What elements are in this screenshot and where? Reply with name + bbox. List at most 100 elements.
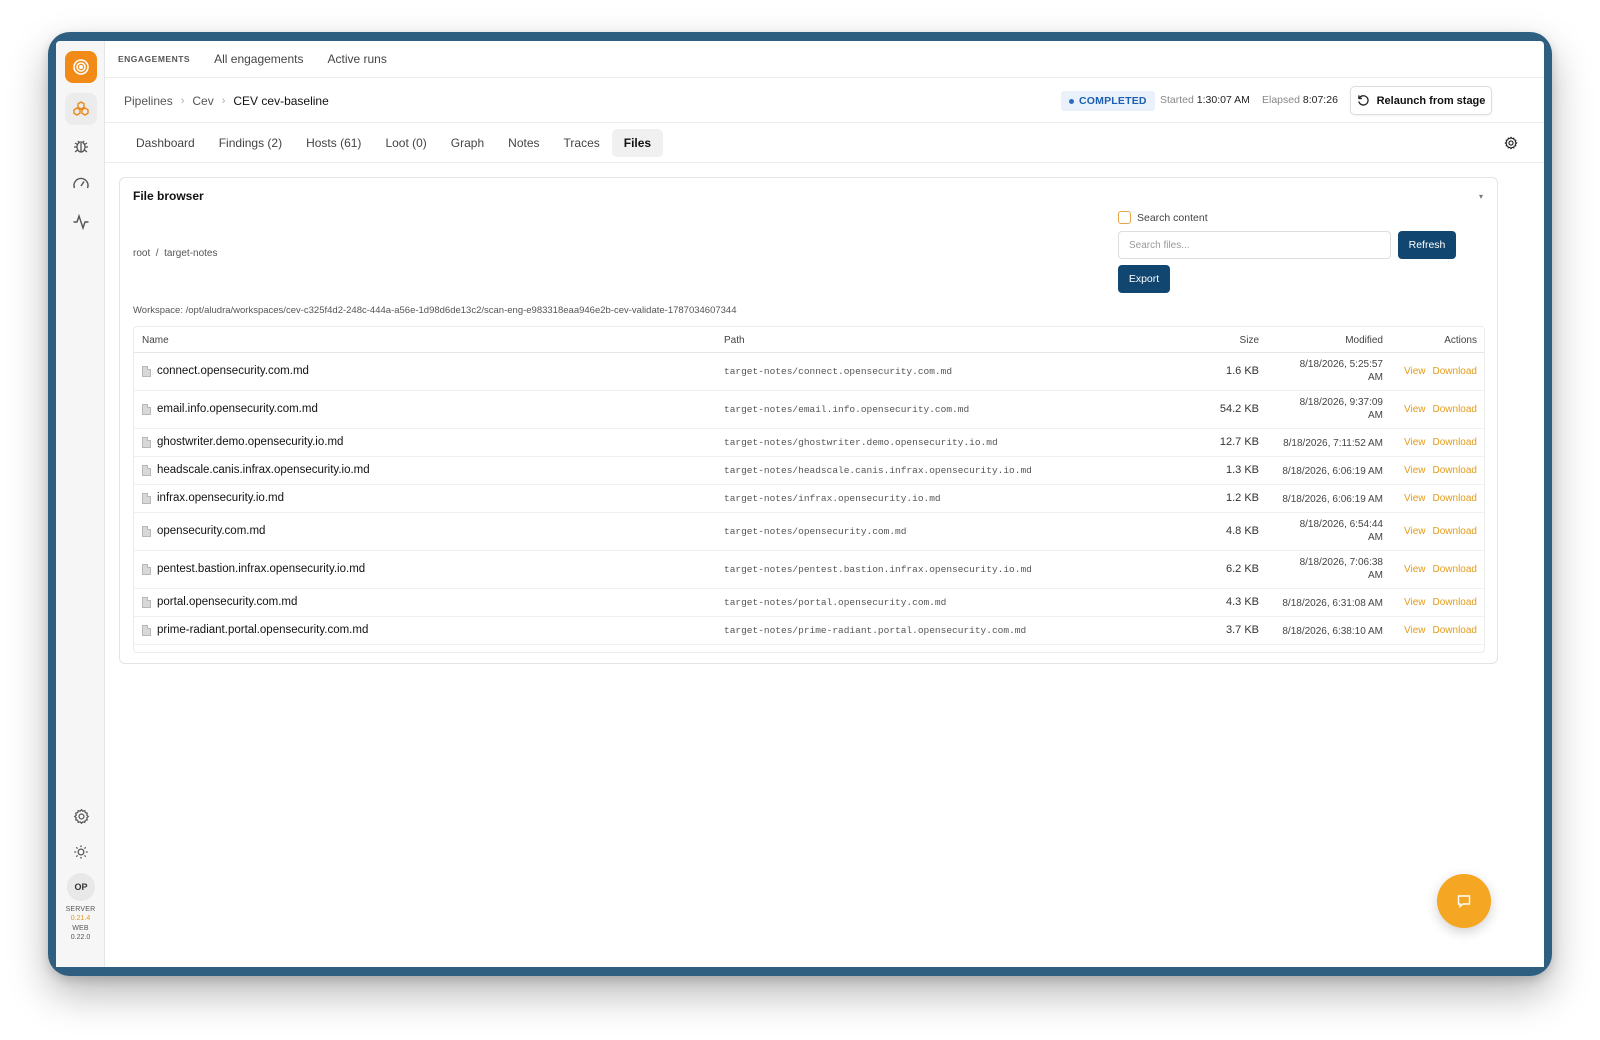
logo-target-icon[interactable]: [65, 51, 97, 83]
view-link[interactable]: View: [1404, 564, 1426, 575]
server-version-value: 0.21.4: [70, 915, 91, 922]
panel-title: File browser: [133, 189, 204, 203]
table-row[interactable]: opensecurity.com.md target-notes/opensecu…: [134, 513, 1484, 551]
tab-traces[interactable]: Traces: [552, 129, 612, 157]
relaunch-button[interactable]: Relaunch from stage: [1350, 86, 1492, 115]
table-row[interactable]: infrax.opensecurity.io.md target-notes/in…: [134, 485, 1484, 513]
tab-list: Dashboard Findings (2) Hosts (61) Loot (…: [124, 129, 664, 157]
view-link[interactable]: View: [1404, 597, 1426, 608]
download-link[interactable]: Download: [1433, 437, 1477, 448]
col-size[interactable]: Size: [1240, 335, 1259, 346]
file-name[interactable]: portal.opensecurity.com.md: [157, 596, 297, 608]
file-modified-line1: 8/18/2026, 6:31:08 AM: [1282, 598, 1383, 609]
nav-all-engagements[interactable]: All engagements: [214, 52, 303, 66]
tab-notes[interactable]: Notes: [496, 129, 551, 157]
download-link[interactable]: Download: [1433, 493, 1477, 504]
view-link[interactable]: View: [1404, 526, 1426, 537]
status-badge: COMPLETED: [1061, 91, 1155, 111]
view-link[interactable]: View: [1404, 625, 1426, 636]
view-link[interactable]: View: [1404, 366, 1426, 377]
nav-active-runs[interactable]: Active runs: [327, 52, 386, 66]
tab-hosts[interactable]: Hosts (61): [294, 129, 373, 157]
avatar[interactable]: OP: [67, 873, 95, 901]
download-link[interactable]: Download: [1433, 625, 1477, 636]
chat-icon: [1457, 895, 1471, 908]
file-name[interactable]: email.info.opensecurity.com.md: [157, 403, 318, 415]
file-name[interactable]: pentest.bastion.infrax.opensecurity.io.m…: [157, 563, 365, 575]
table-row[interactable]: pentest.bastion.infrax.opensecurity.io.m…: [134, 551, 1484, 589]
view-link[interactable]: View: [1404, 493, 1426, 504]
tab-dashboard[interactable]: Dashboard: [124, 129, 207, 157]
web-version-value: 0.22.0: [70, 934, 91, 941]
download-link[interactable]: Download: [1433, 526, 1477, 537]
gauge-icon[interactable]: [65, 168, 97, 200]
breadcrumb: Pipelines › Cev › CEV cev-baseline: [124, 94, 329, 108]
view-link[interactable]: View: [1404, 465, 1426, 476]
file-path: target-notes/ghostwriter.demo.opensecuri…: [724, 437, 998, 448]
sidebar: OP SERVER 0.21.4 WEB 0.22.0: [56, 41, 105, 967]
refresh-button[interactable]: Refresh: [1398, 231, 1456, 259]
workspace-path: Workspace: /opt/aludra/workspaces/cev-c3…: [133, 305, 737, 316]
theme-sun-icon[interactable]: [65, 836, 97, 868]
download-link[interactable]: Download: [1433, 404, 1477, 415]
search-content-checkbox[interactable]: [1118, 211, 1131, 224]
view-link[interactable]: View: [1404, 437, 1426, 448]
tab-graph[interactable]: Graph: [439, 129, 496, 157]
file-name-cell: portal.opensecurity.com.md: [142, 596, 297, 608]
file-icon: [142, 365, 151, 377]
view-link[interactable]: View: [1404, 404, 1426, 415]
table-row[interactable]: portal.opensecurity.com.md target-notes/p…: [134, 589, 1484, 617]
file-name[interactable]: infrax.opensecurity.io.md: [157, 492, 284, 504]
file-name[interactable]: ghostwriter.demo.opensecurity.io.md: [157, 436, 343, 448]
download-link[interactable]: Download: [1433, 366, 1477, 377]
file-name-cell: pentest.bastion.infrax.opensecurity.io.m…: [142, 563, 365, 575]
table-row[interactable]: ghostwriter.demo.opensecurity.io.md targe…: [134, 429, 1484, 457]
file-icon: [142, 624, 151, 636]
file-path-breadcrumb[interactable]: root / target-notes: [133, 248, 218, 259]
file-modified-line1: 8/18/2026, 6:06:19 AM: [1282, 494, 1383, 505]
file-modified-line1: 8/18/2026, 6:06:19 AM: [1282, 466, 1383, 477]
tab-settings-gear-icon[interactable]: [1504, 136, 1518, 155]
col-path[interactable]: Path: [724, 335, 745, 346]
bug-icon[interactable]: [65, 130, 97, 162]
table-row[interactable]: connect.opensecurity.com.md target-notes/…: [134, 353, 1484, 391]
activity-icon[interactable]: [65, 206, 97, 238]
tab-bar: Dashboard Findings (2) Hosts (61) Loot (…: [105, 123, 1544, 163]
search-files-input[interactable]: [1118, 231, 1391, 259]
row-actions: View Download: [1404, 625, 1477, 636]
download-link[interactable]: Download: [1433, 597, 1477, 608]
file-name[interactable]: opensecurity.com.md: [157, 525, 265, 537]
table-row[interactable]: prime-radiant.portal.opensecurity.com.md…: [134, 617, 1484, 645]
engagements-hex-icon[interactable]: [65, 93, 97, 125]
chat-button[interactable]: [1437, 874, 1491, 928]
row-actions: View Download: [1404, 404, 1477, 415]
file-path: target-notes/infrax.opensecurity.io.md: [724, 493, 941, 504]
col-modified[interactable]: Modified: [1345, 335, 1383, 346]
search-content-toggle[interactable]: Search content: [1118, 211, 1208, 224]
export-button[interactable]: Export: [1118, 265, 1170, 293]
tab-loot[interactable]: Loot (0): [373, 129, 438, 157]
collapse-caret-icon[interactable]: ▾: [1479, 192, 1483, 201]
tab-findings[interactable]: Findings (2): [207, 129, 294, 157]
breadcrumb-pipelines[interactable]: Pipelines: [124, 94, 173, 108]
file-name[interactable]: connect.opensecurity.com.md: [157, 365, 309, 377]
file-modified: 8/18/2026, 7:06:38 AM: [1300, 556, 1383, 582]
settings-gear-icon[interactable]: [65, 800, 97, 832]
elapsed-value: 8:07:26: [1302, 94, 1338, 106]
relaunch-icon: [1357, 95, 1369, 106]
file-name[interactable]: prime-radiant.portal.opensecurity.com.md: [157, 624, 368, 636]
table-row[interactable]: email.info.opensecurity.com.md target-not…: [134, 391, 1484, 429]
col-name[interactable]: Name: [142, 335, 169, 346]
file-name[interactable]: headscale.canis.infrax.opensecurity.io.m…: [157, 464, 370, 476]
file-icon: [142, 403, 151, 415]
file-path: target-notes/portal.opensecurity.com.md: [724, 597, 947, 608]
download-link[interactable]: Download: [1433, 465, 1477, 476]
file-modified-line1: 8/18/2026, 6:38:10 AM: [1282, 626, 1383, 637]
table-row[interactable]: headscale.canis.infrax.opensecurity.io.m…: [134, 457, 1484, 485]
breadcrumb-cev[interactable]: Cev: [192, 94, 213, 108]
file-modified-line2: AM: [1368, 532, 1383, 543]
file-modified-line2: AM: [1368, 570, 1383, 581]
file-name-cell: prime-radiant.portal.opensecurity.com.md: [142, 624, 368, 636]
download-link[interactable]: Download: [1433, 564, 1477, 575]
tab-files[interactable]: Files: [611, 129, 664, 157]
